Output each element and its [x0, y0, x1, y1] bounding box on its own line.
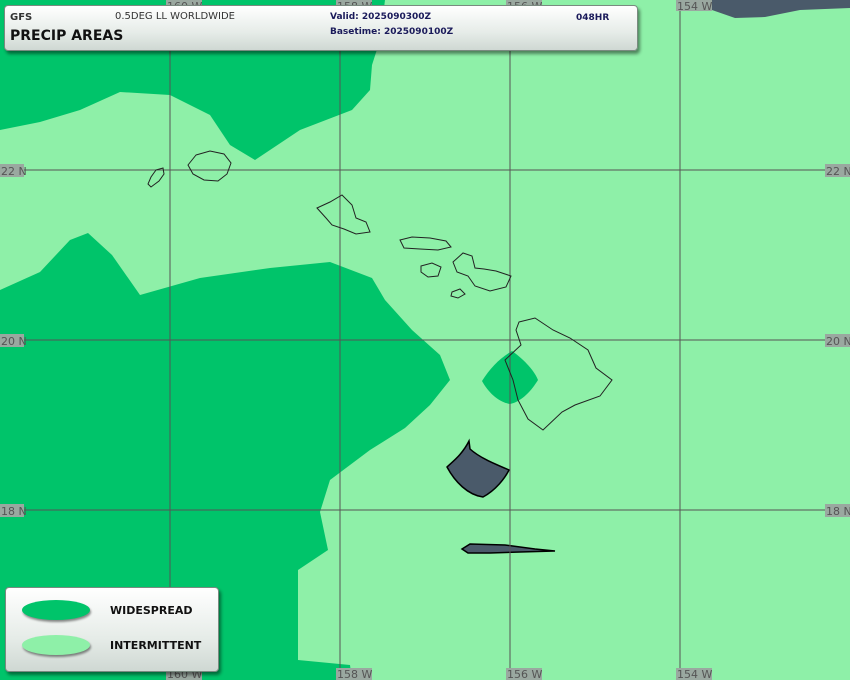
svg-text:158 W: 158 W	[337, 668, 372, 680]
widespread-swatch	[22, 600, 90, 620]
legend-label-widespread: WIDESPREAD	[110, 604, 193, 617]
intermittent-swatch	[22, 635, 90, 655]
svg-text:18 N: 18 N	[1, 505, 27, 518]
header-panel: GFS 0.5DEG LL WORLDWIDE PRECIP AREAS Val…	[4, 5, 638, 51]
svg-text:154 W: 154 W	[677, 668, 712, 680]
basetime: Basetime: 2025090100Z	[330, 27, 454, 37]
svg-text:156 W: 156 W	[507, 668, 542, 680]
legend-panel: WIDESPREAD INTERMITTENT	[5, 587, 219, 672]
model-name: GFS	[10, 12, 33, 23]
precip-map: 22 N 20 N 18 N 22 N 20 N 18 N 160 W 158 …	[0, 0, 850, 680]
svg-text:22 N: 22 N	[1, 165, 27, 178]
svg-text:20 N: 20 N	[826, 335, 850, 348]
product-title: PRECIP AREAS	[10, 28, 124, 44]
svg-text:22 N: 22 N	[826, 165, 850, 178]
svg-text:18 N: 18 N	[826, 505, 850, 518]
forecast-hour: 048HR	[576, 13, 610, 23]
legend-label-intermittent: INTERMITTENT	[110, 639, 202, 652]
grid-name: 0.5DEG LL WORLDWIDE	[115, 11, 236, 22]
valid-time: Valid: 2025090300Z	[330, 12, 432, 22]
svg-text:20 N: 20 N	[1, 335, 27, 348]
svg-text:154 W: 154 W	[677, 0, 712, 13]
